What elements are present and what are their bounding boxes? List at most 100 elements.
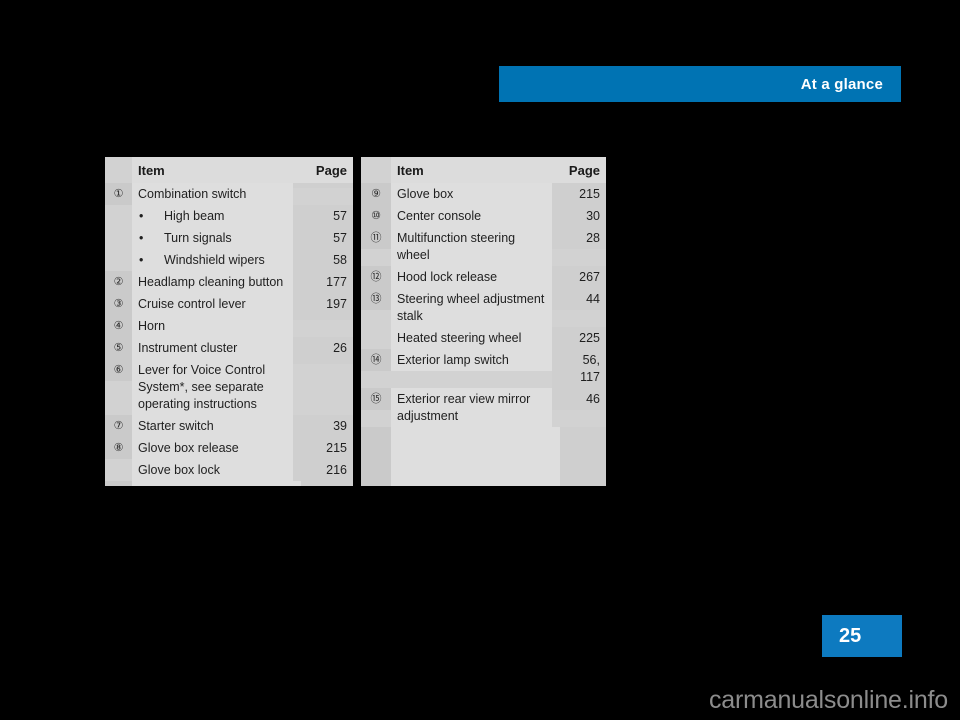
table-row: ① Combination switch [105, 183, 353, 205]
row-item-label: Glove box [391, 183, 552, 205]
row-number-marker: ⑧ [105, 437, 132, 459]
row-item-label: Instrument cluster [132, 337, 293, 359]
reference-table-right: Item Page ⑨ Glove box 215 ⑩ Center console 30… [361, 157, 606, 486]
bullet-icon: • [139, 209, 144, 223]
row-page-number: 26 [293, 337, 353, 359]
row-page-number: 46 [552, 388, 606, 410]
column-header-number [361, 157, 391, 183]
row-page-number: 58 [293, 249, 353, 271]
table-row: ⑬ Steering wheel adjustment stalk 44 [361, 288, 606, 327]
column-header-page: Page [295, 157, 353, 183]
table-header-row: Item Page [361, 157, 606, 183]
row-page-number: 225 [552, 327, 606, 349]
row-item-label: Horn [132, 315, 293, 337]
row-page-number: 197 [293, 293, 353, 315]
page-number-block: 25 [822, 615, 902, 657]
row-page-number [293, 315, 353, 320]
row-page-number: 57 [293, 227, 353, 249]
row-item-label: Headlamp cleaning button [132, 271, 293, 293]
table-filler-cell [560, 427, 606, 486]
row-page-number [293, 359, 353, 364]
row-item-label: Glove box lock [132, 459, 293, 481]
row-page-number: 56, 117 [552, 349, 606, 388]
row-number-marker: ③ [105, 293, 132, 315]
table-row: ⑫ Hood lock release 267 [361, 266, 606, 288]
row-number-marker: ④ [105, 315, 132, 337]
row-number-marker: ⑪ [361, 227, 391, 249]
page-number: 25 [839, 624, 862, 647]
row-number-marker: ⑭ [361, 349, 391, 371]
table-filler-cell [391, 427, 560, 486]
row-item-label: Lever for Voice Control System*, see sep… [132, 359, 293, 415]
table-row: ④ Horn [105, 315, 353, 337]
table-filler-cell [132, 481, 301, 486]
row-item-label: Heated steering wheel [391, 327, 552, 349]
row-page-number: 177 [293, 271, 353, 293]
table-filler-cell [105, 481, 132, 486]
row-item-label: Combination switch [132, 183, 293, 205]
table-row: • Windshield wipers 58 [105, 249, 353, 271]
column-header-page: Page [554, 157, 606, 183]
row-item-label: Glove box release [132, 437, 293, 459]
table-row: ⑧ Glove box release 215 [105, 437, 353, 459]
row-number-marker: ⑮ [361, 388, 391, 410]
column-header-item: Item [391, 157, 554, 183]
row-page-number: 267 [552, 266, 606, 288]
row-number-marker: ⑨ [361, 183, 391, 205]
table-header-row: Item Page [105, 157, 353, 183]
row-page-number: 215 [552, 183, 606, 205]
table-row: ⑪ Multifunction steering wheel 28 [361, 227, 606, 266]
row-item-label: Exterior rear view mirror adjustment [391, 388, 552, 427]
row-number-marker: ⑩ [361, 205, 391, 227]
bullet-icon: • [139, 253, 144, 267]
table-row: ⑦ Starter switch 39 [105, 415, 353, 437]
row-number-marker: ⑦ [105, 415, 132, 437]
column-header-item: Item [132, 157, 295, 183]
table-row: ② Headlamp cleaning button 177 [105, 271, 353, 293]
row-item-label: • High beam [132, 205, 293, 227]
table-row: ⑤ Instrument cluster 26 [105, 337, 353, 359]
row-number-marker: ① [105, 183, 132, 205]
row-page-number: 57 [293, 205, 353, 227]
row-page-number: 39 [293, 415, 353, 437]
row-item-label: Steering wheel adjustment stalk [391, 288, 552, 327]
row-page-number: 215 [293, 437, 353, 459]
table-row: ⑥ Lever for Voice Control System*, see se… [105, 359, 353, 415]
row-item-text: Windshield wipers [164, 253, 265, 267]
row-page-number [293, 183, 353, 188]
row-item-text: Turn signals [164, 231, 232, 245]
bullet-icon: • [139, 231, 144, 245]
table-row: Glove box lock 216 [105, 459, 353, 481]
header-banner: At a glance [499, 66, 901, 102]
table-filler-cell [301, 481, 353, 486]
row-number-marker: ⑥ [105, 359, 132, 381]
row-number-marker: ② [105, 271, 132, 293]
row-number-marker: ⑫ [361, 266, 391, 288]
table-body: ① Combination switch • High beam 57 • Turn sig… [105, 183, 353, 486]
row-page-number: 30 [552, 205, 606, 227]
table-row: Heated steering wheel 225 [361, 327, 606, 349]
row-page-number: 216 [293, 459, 353, 481]
table-row: ③ Cruise control lever 197 [105, 293, 353, 315]
row-number-marker: ⑤ [105, 337, 132, 359]
table-filler [105, 481, 353, 486]
row-item-text: High beam [164, 209, 225, 223]
table-row: • Turn signals 57 [105, 227, 353, 249]
row-item-label: Starter switch [132, 415, 293, 437]
table-row: ⑨ Glove box 215 [361, 183, 606, 205]
row-number-marker: ⑬ [361, 288, 391, 310]
column-header-number [105, 157, 132, 183]
table-filler [361, 427, 606, 486]
row-item-label: Cruise control lever [132, 293, 293, 315]
row-item-label: Center console [391, 205, 552, 227]
row-item-label: Exterior lamp switch [391, 349, 552, 371]
row-page-number: 28 [552, 227, 606, 249]
table-row: • High beam 57 [105, 205, 353, 227]
table-body: ⑨ Glove box 215 ⑩ Center console 30 ⑪ Multifunc… [361, 183, 606, 486]
row-item-label: • Windshield wipers [132, 249, 293, 271]
row-page-number: 44 [552, 288, 606, 310]
row-item-label: Hood lock release [391, 266, 552, 288]
page-title: At a glance [800, 75, 883, 93]
table-row: ⑩ Center console 30 [361, 205, 606, 227]
table-row: ⑭ Exterior lamp switch 56, 117 [361, 349, 606, 388]
